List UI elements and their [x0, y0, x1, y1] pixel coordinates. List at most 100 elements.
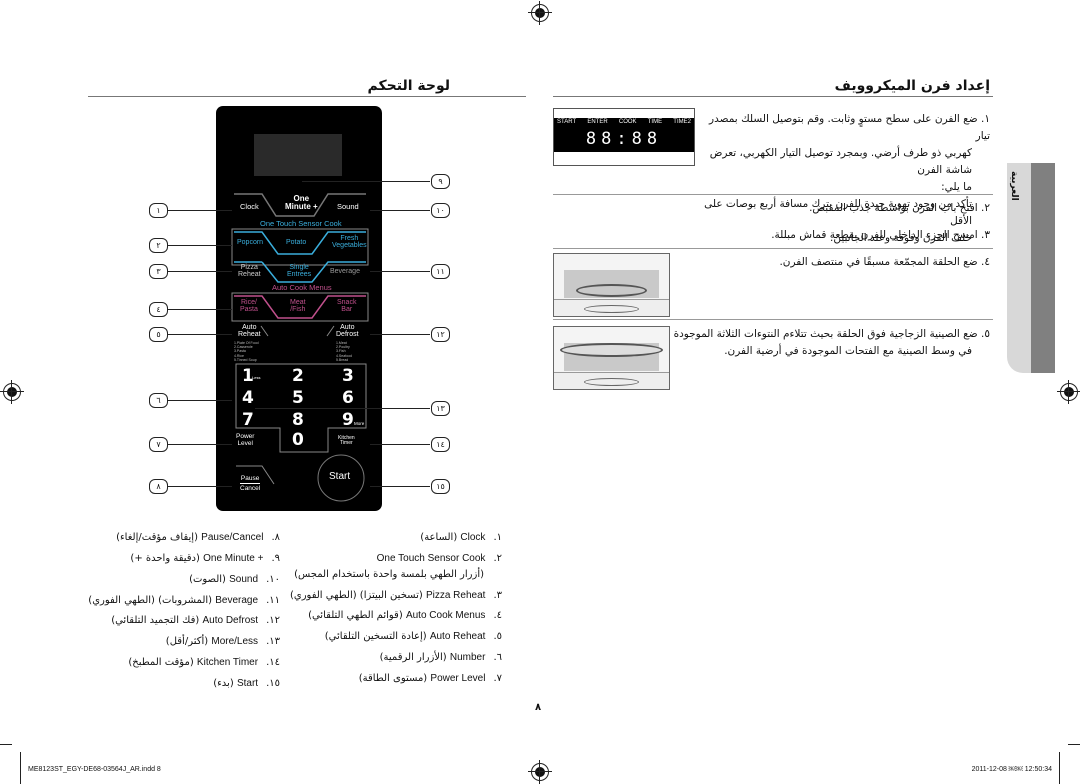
crop-mark: [1059, 752, 1060, 784]
legend-item-15: ١٥.Start (بدء): [213, 678, 280, 689]
key-9: 9: [342, 410, 354, 430]
oven-roller-ring-illustration: [553, 253, 670, 317]
reheat-list: 1.Plate Of Food 2.Casserole 3.Pasta 4.Rice 5…: [234, 341, 259, 362]
display-label-time: TIME: [647, 119, 663, 125]
key-3: 3: [342, 366, 354, 386]
callout-15: ١٥: [431, 479, 450, 494]
step-number: ٣.: [981, 229, 990, 241]
beverage-button: Beverage: [330, 268, 360, 275]
one-minute-button: One Minute +: [285, 194, 318, 211]
leader-line: [370, 210, 430, 211]
callout-6: ٦: [149, 393, 168, 408]
display-digits: 88:88: [585, 129, 663, 149]
language-side-tab: العربية: [1007, 163, 1032, 373]
auto-reheat-button: Auto Reheat: [238, 324, 261, 338]
callout-2: ٢: [149, 238, 168, 253]
legend-item-7: ٧.Power Level (مستوى الطاقة): [358, 673, 502, 684]
legend-item-2-desc: (أزرار الطهي بلمسة واحدة باستخدام المجس): [294, 569, 484, 580]
sensor-cook-header: One Touch Sensor Cook: [260, 219, 342, 228]
leader-line: [302, 181, 430, 182]
display-illustration: START ENTER COOK TIME TIME2 88:88: [553, 108, 695, 166]
step-number: ١.: [981, 113, 990, 125]
leader-line: [168, 444, 232, 445]
pizza-reheat-button: Pizza Reheat: [238, 264, 261, 278]
clock-button: Clock: [240, 202, 259, 211]
display-label-time2: TIME2: [673, 119, 691, 125]
key-7: 7: [242, 410, 254, 430]
setup-title: إعداد فرن الميكروويف: [834, 78, 990, 94]
display-label-cook: COOK: [618, 119, 637, 125]
step-text: ضع الصينية الزجاجية فوق الحلقة بحيث تتلا…: [673, 328, 978, 340]
callout-1: ١: [149, 203, 168, 218]
footer-timestamp: 2011-12-08 ￼￼ 12:50:34: [971, 766, 1052, 773]
registration-mark-icon: [528, 760, 552, 784]
start-button: Start: [329, 471, 351, 482]
step-2: ٢. افتح باب الفرن بواسطة جذب المقبض.: [570, 200, 990, 217]
leader-line: [370, 486, 430, 487]
less-label: Less: [252, 375, 261, 380]
leader-line: [168, 486, 232, 487]
page-number: ٨: [535, 702, 542, 713]
leader-line: [168, 400, 232, 401]
pause-cancel-button: Pause Cancel: [240, 475, 261, 493]
step-5: ٥. ضع الصينية الزجاجية فوق الحلقة بحيث ت…: [670, 326, 990, 360]
step-text: افتح باب الفرن بواسطة جذب المقبض.: [809, 202, 978, 214]
callout-3: ٣: [149, 264, 168, 279]
legend-item-10: ١٠.Sound (الصوت): [189, 574, 280, 585]
leader-line: [370, 334, 430, 335]
sound-button: Sound: [337, 202, 359, 211]
key-6: 6: [342, 388, 354, 408]
single-entrees-button: Single Entrees: [287, 264, 312, 278]
legend-item-12: ١٢.Auto Defrost (فك التجميد التلقائي): [111, 615, 280, 626]
legend-item-9: ٩.+ One Minute (دقيقة واحدة +): [130, 553, 280, 564]
potato-button: Potato: [286, 239, 307, 246]
power-level-button: Power Level: [236, 433, 255, 447]
footer-filename: ME8123ST_EGY-DE68-03564J_AR.indd 8: [28, 766, 161, 773]
more-label: More: [354, 421, 365, 426]
auto-cook-header: Auto Cook Menus: [272, 283, 332, 292]
step-text: كهربي ذو طرف أرضي. وبمجرد توصيل التيار ا…: [709, 147, 972, 176]
step-number: ٢.: [981, 202, 990, 214]
key-0: 0: [292, 430, 304, 450]
display-label-start: START: [557, 119, 577, 125]
leader-line: [370, 444, 430, 445]
popcorn-button: Popcorn: [237, 239, 264, 246]
callout-11: ١١: [431, 264, 450, 279]
auto-defrost-button: Auto Defrost: [336, 324, 359, 338]
control-panel-title: لوحة التحكم: [367, 78, 450, 94]
legend-item-13: ١٣.More/Less (أكثر/أقل): [165, 636, 280, 647]
title-divider: [553, 96, 993, 97]
side-tab-label: العربية: [1009, 171, 1019, 201]
leader-line: [168, 245, 232, 246]
legend-item-1: ١.Clock (الساعة): [420, 532, 502, 543]
callout-9: ٩: [431, 174, 450, 189]
step-divider: [553, 319, 993, 320]
legend-item-6: ٦.Number (الأزرار الرقمية): [379, 652, 502, 663]
registration-mark-icon: [1057, 380, 1080, 404]
crop-mark: [0, 744, 12, 745]
legend-item-8: ٨.Pause/Cancel (إيقاف مؤقت/إلغاء): [116, 532, 280, 543]
legend-item-2: ٢.One Touch Sensor Cook: [376, 553, 502, 564]
callout-14: ١٤: [431, 437, 450, 452]
legend-item-14: ١٤.Kitchen Timer (مؤقت المطبخ): [128, 657, 280, 668]
legend-item-3: ٣.Pizza Reheat (تسخين البيتزا) (الطهي ال…: [289, 590, 502, 601]
leader-line: [370, 271, 430, 272]
leader-line: [168, 309, 232, 310]
legend-item-4: ٤.Auto Cook Menus (قوائم الطهي التلقائي): [308, 610, 502, 621]
step-4: ٤. ضع الحلقة المجمّعة مسبقًا في منتصف ال…: [690, 254, 990, 271]
leader-line: [168, 271, 232, 272]
step-text: ضع الفرن على سطح مستوٍ وثابت. وقم بتوصيل…: [709, 113, 990, 142]
step-divider: [553, 248, 993, 249]
step-text: ضع الحلقة المجمّعة مسبقًا في منتصف الفرن…: [779, 256, 978, 268]
callout-5: ٥: [149, 327, 168, 342]
callout-13: ١٣: [431, 401, 450, 416]
key-4: 4: [242, 388, 254, 408]
key-5: 5: [292, 388, 304, 408]
side-tab-bar: [1031, 163, 1055, 373]
defrost-list: 1.Meat 2.Poultry 3.Fish 4.Seafood 5.Bread: [336, 341, 352, 362]
snack-bar-button: Snack Bar: [337, 299, 357, 313]
step-number: ٥.: [981, 328, 990, 340]
display-label-enter: ENTER: [587, 119, 608, 125]
callout-7: ٧: [149, 437, 168, 452]
step-3: ٣. امسح الجزء الداخلي للفرن بقطعة قماش م…: [570, 227, 990, 244]
